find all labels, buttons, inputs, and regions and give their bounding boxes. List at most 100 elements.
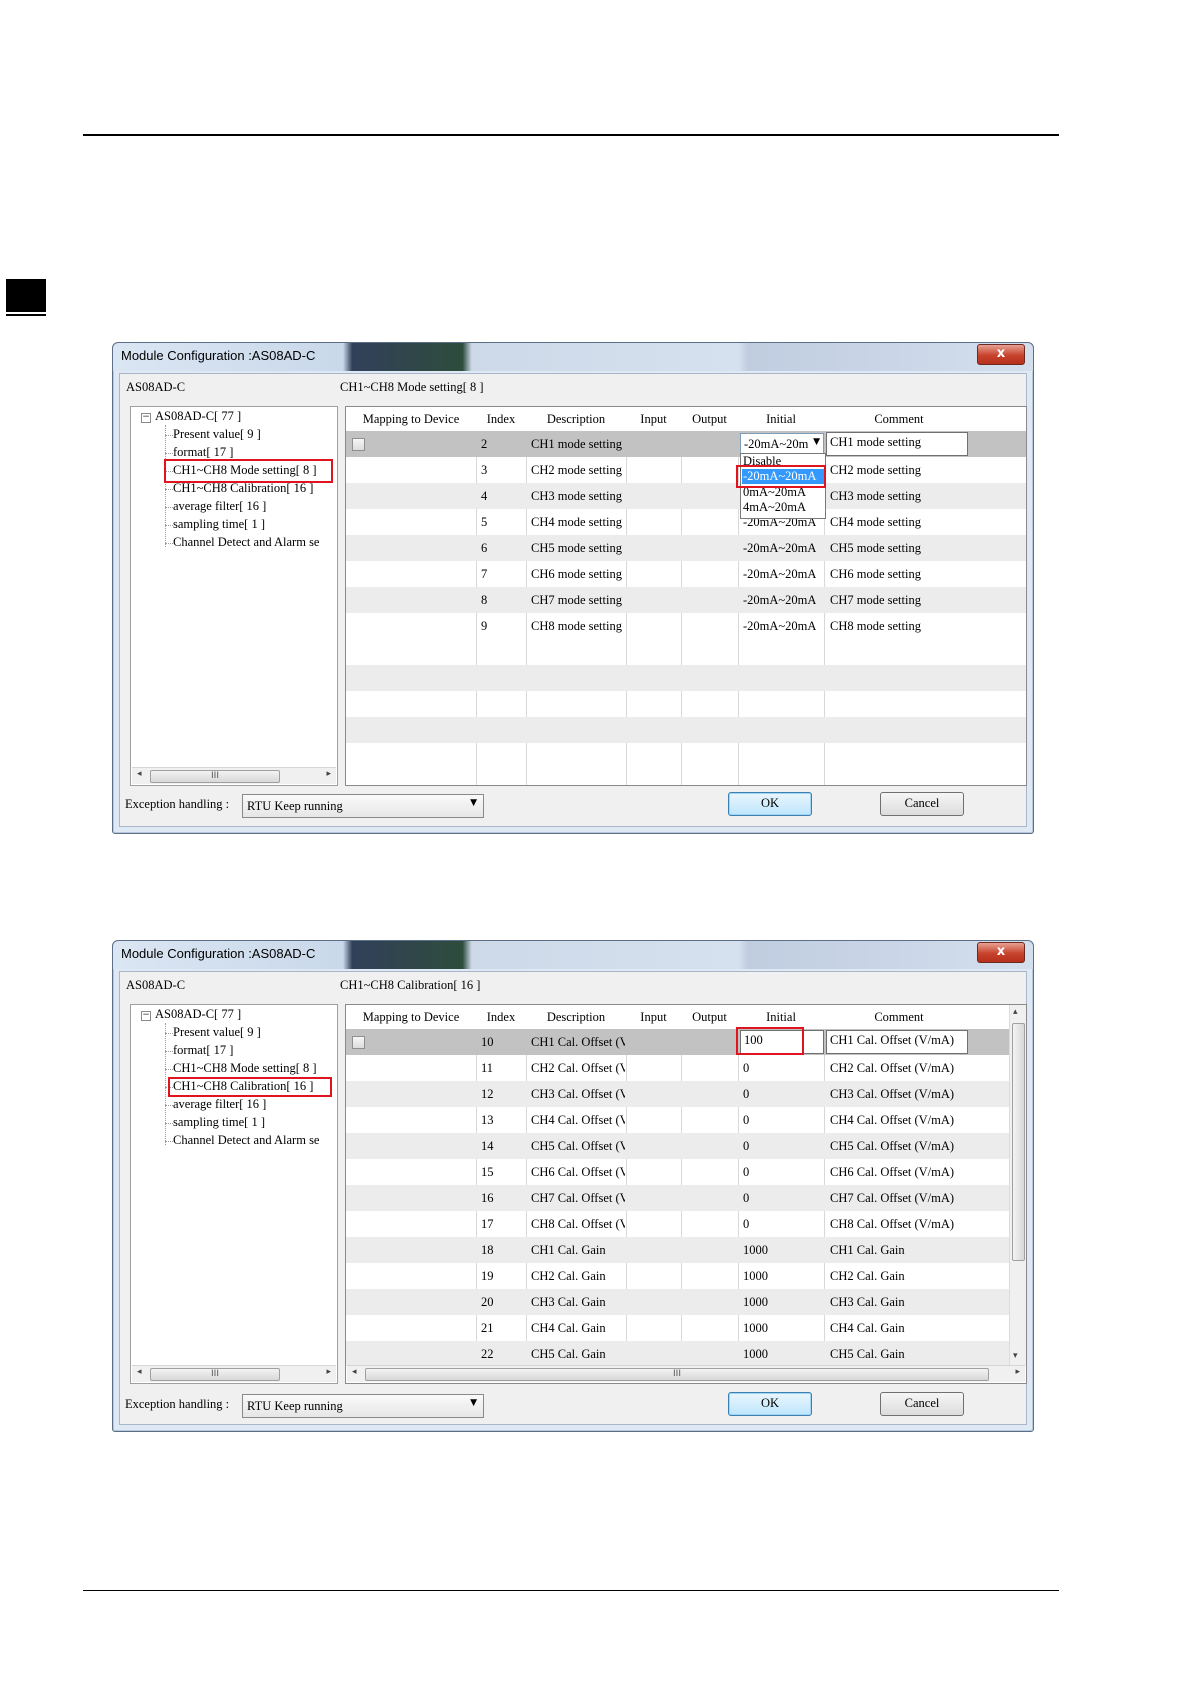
tree-item-average-filter[interactable]: average filter[ 16 ] [173,499,266,514]
table-row[interactable]: 5 CH4 mode setting -20mA~20mA CH4 mode s… [346,509,1026,535]
scroll-thumb[interactable]: III [365,1368,989,1381]
table-row-empty [346,665,1026,691]
cancel-button[interactable]: Cancel [880,792,964,816]
cell-comment: CH7 mode setting [830,593,921,607]
table-row[interactable]: 15 CH6 Cal. Offset (V/r 0 CH6 Cal. Offse… [346,1159,1026,1185]
cell-initial: -20mA~20mA [743,619,817,633]
header-output[interactable]: Output [681,412,738,427]
cell-comment: CH6 mode setting [830,567,921,581]
cancel-button[interactable]: Cancel [880,1392,964,1416]
tree-horizontal-scrollbar[interactable]: ◂ III ▸ [132,1365,336,1382]
ok-button[interactable]: OK [728,792,812,816]
cell-initial: 0 [743,1139,750,1153]
header-description[interactable]: Description [526,1010,626,1025]
ok-button[interactable]: OK [728,1392,812,1416]
header-index[interactable]: Index [476,412,526,427]
table-row[interactable]: 13 CH4 Cal. Offset (V/r 0 CH4 Cal. Offse… [346,1107,1026,1133]
header-index[interactable]: Index [476,1010,526,1025]
initial-combo[interactable]: -20mA~20m ▼ [740,433,824,455]
exception-select[interactable]: RTU Keep running ▼ [242,794,484,818]
header-input[interactable]: Input [626,1010,681,1025]
table-row[interactable]: 22 CH5 Cal. Gain 1000 CH5 Cal. Gain [346,1341,1026,1366]
tree-item-root[interactable]: AS08AD-C[ 77 ] [155,409,241,424]
grid-vertical-scrollbar[interactable]: ▴ ▾ [1009,1005,1026,1366]
table-row[interactable]: 4 CH3 mode setting CH3 mode setting [346,483,1026,509]
header-comment[interactable]: Comment [824,1010,974,1025]
tree-horizontal-scrollbar[interactable]: ◂ III ▸ [132,767,336,784]
header-mapping[interactable]: Mapping to Device [346,1010,476,1025]
collapse-icon[interactable]: − [141,1011,151,1021]
cell-initial: 1000 [743,1295,768,1309]
tree-item-mode-setting[interactable]: CH1~CH8 Mode setting[ 8 ] [173,1061,317,1076]
tree-item-channel-detect[interactable]: Channel Detect and Alarm se [173,535,335,550]
exception-select[interactable]: RTU Keep running ▼ [242,1394,484,1418]
table-row[interactable]: 3 CH2 mode setting CH2 mode setting [346,457,1026,483]
cell-description: CH7 mode setting [531,593,622,607]
table-row[interactable]: 19 CH2 Cal. Gain 1000 CH2 Cal. Gain [346,1263,1026,1289]
header-comment[interactable]: Comment [824,412,974,427]
tree-item-format[interactable]: format[ 17 ] [173,445,233,460]
table-row[interactable]: 14 CH5 Cal. Offset (V/r 0 CH5 Cal. Offse… [346,1133,1026,1159]
mapping-checkbox[interactable] [352,438,365,451]
scroll-left-icon[interactable]: ◂ [137,769,142,779]
collapse-icon[interactable]: − [141,413,151,423]
scroll-down-icon[interactable]: ▾ [1013,1351,1018,1361]
grid-header: Mapping to Device Index Description Inpu… [346,1005,1026,1030]
tree-label: AS08AD-C [126,978,186,992]
header-mapping[interactable]: Mapping to Device [346,412,476,427]
scroll-right-icon[interactable]: ▸ [1015,1367,1020,1377]
tree-item-root[interactable]: AS08AD-C[ 77 ] [155,1007,241,1022]
comment-edit[interactable]: CH1 mode setting [826,432,968,456]
table-row[interactable]: 2 CH1 mode setting -20mA~20m ▼ CH1 mode … [346,431,1026,457]
tree-item-sampling-time[interactable]: sampling time[ 1 ] [173,1115,265,1130]
close-button[interactable]: x [977,344,1025,365]
grid-horizontal-scrollbar[interactable]: ◂ III ▸ [347,1365,1025,1382]
header-input[interactable]: Input [626,412,681,427]
header-output[interactable]: Output [681,1010,738,1025]
module-tree[interactable]: − AS08AD-C[ 77 ] Present value[ 9 ] form… [130,406,338,786]
table-row[interactable]: 7 CH6 mode setting -20mA~20mA CH6 mode s… [346,561,1026,587]
header-description[interactable]: Description [526,412,626,427]
dropdown-option[interactable]: 4mA~20mA [743,500,806,515]
table-row[interactable]: 11 CH2 Cal. Offset (V/r 0 CH2 Cal. Offse… [346,1055,1026,1081]
table-row[interactable]: 6 CH5 mode setting -20mA~20mA CH5 mode s… [346,535,1026,561]
table-row[interactable]: 21 CH4 Cal. Gain 1000 CH4 Cal. Gain [346,1315,1026,1341]
cell-initial: 1000 [743,1243,768,1257]
scroll-right-icon[interactable]: ▸ [326,1367,331,1377]
table-row[interactable]: 17 CH8 Cal. Offset (V/r 0 CH8 Cal. Offse… [346,1211,1026,1237]
scroll-thumb[interactable] [1012,1023,1025,1261]
cell-comment: CH5 mode setting [830,541,921,555]
table-row[interactable]: 9 CH8 mode setting -20mA~20mA CH8 mode s… [346,613,1026,639]
chapter-tab-marker [6,279,46,312]
scroll-left-icon[interactable]: ◂ [137,1367,142,1377]
table-row[interactable]: 10 CH1 Cal. Offset (V/r 100 CH1 Cal. Off… [346,1029,1026,1055]
table-row[interactable]: 12 CH3 Cal. Offset (V/r 0 CH3 Cal. Offse… [346,1081,1026,1107]
tree-branch [165,1033,173,1034]
table-row[interactable]: 8 CH7 mode setting -20mA~20mA CH7 mode s… [346,587,1026,613]
scroll-thumb[interactable]: III [150,1368,280,1381]
scroll-up-icon[interactable]: ▴ [1013,1007,1018,1017]
tree-item-present-value[interactable]: Present value[ 9 ] [173,1025,261,1040]
cell-comment: CH3 Cal. Offset (V/mA) [830,1087,955,1101]
header-initial[interactable]: Initial [738,1010,824,1025]
scroll-thumb[interactable]: III [150,770,280,783]
module-tree[interactable]: − AS08AD-C[ 77 ] Present value[ 9 ] form… [130,1004,338,1384]
tree-item-average-filter[interactable]: average filter[ 16 ] [173,1097,266,1112]
tree-guide-line [165,1023,166,1145]
close-button[interactable]: x [977,942,1025,963]
table-row[interactable]: 18 CH1 Cal. Gain 1000 CH1 Cal. Gain [346,1237,1026,1263]
chevron-down-icon[interactable]: ▼ [813,437,820,447]
tree-item-sampling-time[interactable]: sampling time[ 1 ] [173,517,265,532]
tree-label: AS08AD-C [126,380,186,394]
mapping-checkbox[interactable] [352,1036,365,1049]
table-row[interactable]: 16 CH7 Cal. Offset (V/r 0 CH7 Cal. Offse… [346,1185,1026,1211]
tree-item-calibration[interactable]: CH1~CH8 Calibration[ 16 ] [173,481,313,496]
header-initial[interactable]: Initial [738,412,824,427]
tree-item-present-value[interactable]: Present value[ 9 ] [173,427,261,442]
tree-item-channel-detect[interactable]: Channel Detect and Alarm se [173,1133,335,1148]
comment-edit[interactable]: CH1 Cal. Offset (V/mA) [826,1030,968,1054]
scroll-right-icon[interactable]: ▸ [326,769,331,779]
scroll-left-icon[interactable]: ◂ [352,1367,357,1377]
table-row[interactable]: 20 CH3 Cal. Gain 1000 CH3 Cal. Gain [346,1289,1026,1315]
tree-item-format[interactable]: format[ 17 ] [173,1043,233,1058]
